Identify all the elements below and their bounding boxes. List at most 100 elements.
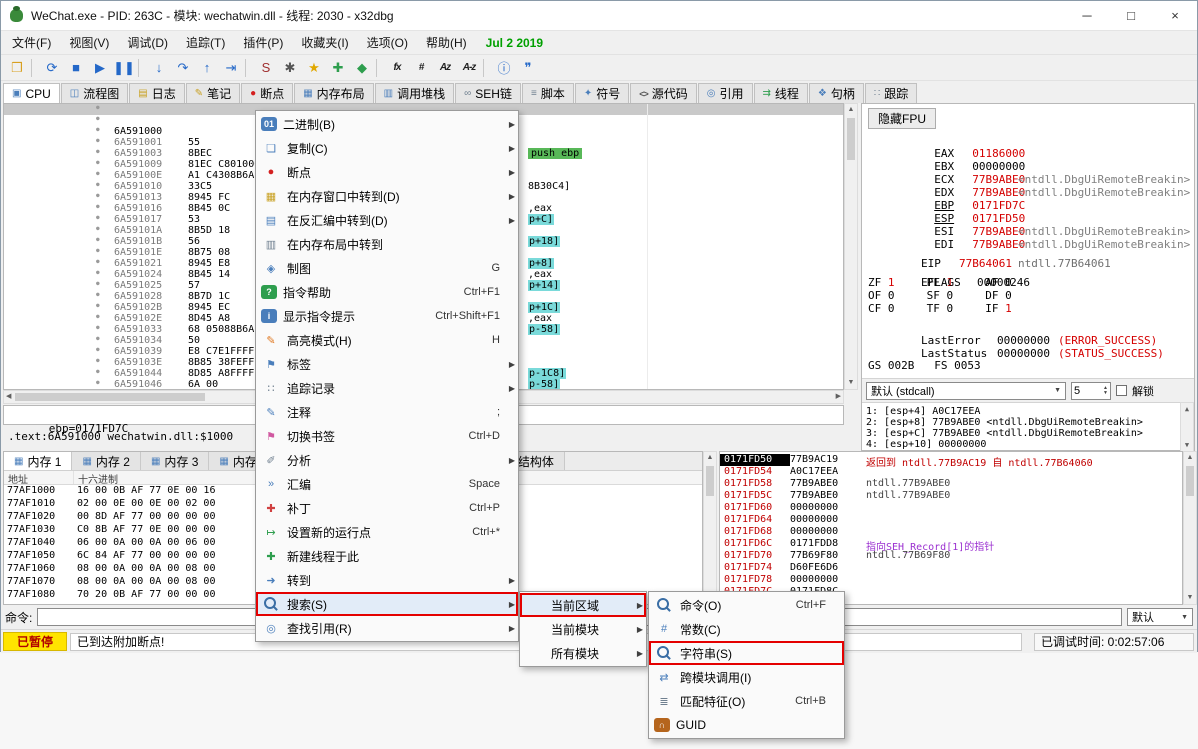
breakpoint-dot-icon[interactable]: ● <box>96 192 100 199</box>
toolbar-separator[interactable] <box>483 59 490 77</box>
menu-item-highlight-mode[interactable]: ✎ 高亮模式(H) H ▶ <box>256 328 518 352</box>
breakpoint-dot-icon[interactable]: ● <box>96 269 100 276</box>
tab-handles[interactable]: ❖ 句柄 <box>809 83 864 103</box>
breakpoint-dot-icon[interactable]: ● <box>96 258 100 265</box>
run-icon[interactable]: ▶ <box>88 57 112 79</box>
argument-row[interactable]: 2: [esp+8] 77B9ABE0 <ntdll.DbgUiRemoteBr… <box>866 417 1176 428</box>
tab-dump-2[interactable]: ▦ 内存 2 <box>72 452 140 470</box>
menu-item-instruction-help[interactable]: ? 指令帮助 Ctrl+F1 ▶ <box>256 280 518 304</box>
breakpoint-dot-icon[interactable]: ● <box>96 137 100 144</box>
scroll-thumb[interactable] <box>1186 466 1194 496</box>
submenu-item-command[interactable]: 命令(O) Ctrl+F <box>649 593 844 617</box>
close-button[interactable]: × <box>1153 1 1197 31</box>
register-row-eip[interactable]: EIP77B64061ntdll.77B64061 <box>868 244 1194 257</box>
scroll-thumb[interactable] <box>706 466 714 496</box>
pause-icon[interactable]: ❚❚ <box>112 57 136 79</box>
menubar-trace[interactable]: 追踪(T) <box>177 31 234 54</box>
cpu-flag[interactable]: TF 0 <box>927 302 979 315</box>
registers-panel[interactable]: 隐藏FPU EAX01186000 EBX00000000 ECX77B9ABE… <box>861 103 1195 451</box>
stack-panel[interactable]: 0171FD50 77B9AC19 返回到 ntdll.77B9AC19 自 n… <box>719 451 1183 605</box>
stack-row[interactable]: 0171FD54 A0C17EEA <box>720 466 1182 478</box>
toolbar-separator[interactable] <box>245 59 252 77</box>
fx-icon[interactable]: fx <box>385 57 409 79</box>
breakpoint-dot-icon[interactable]: ● <box>96 148 100 155</box>
spinner-down-icon[interactable]: ▼ <box>1103 391 1108 396</box>
scroll-track[interactable] <box>1181 415 1193 439</box>
scroll-left-icon[interactable]: ◀ <box>4 391 13 403</box>
breakpoint-dot-icon[interactable]: ● <box>96 236 100 243</box>
scroll-track[interactable] <box>704 464 716 592</box>
menu-item-follow-in-dump[interactable]: ▦ 在内存窗口中转到(D) ▶ <box>256 184 518 208</box>
breakpoint-dot-icon[interactable]: ● <box>96 225 100 232</box>
scroll-up-icon[interactable]: ▲ <box>1183 403 1191 415</box>
breakpoint-dot-icon[interactable]: ● <box>96 346 100 353</box>
argument-row[interactable]: 3: [esp+C] 77B9ABE0 <ntdll.DbgUiRemoteBr… <box>866 428 1176 439</box>
favourites-star-icon[interactable]: ★ <box>302 57 326 79</box>
argument-count-stepper[interactable]: 5 ▲▼ <box>1071 382 1111 400</box>
menubar-plugins[interactable]: 插件(P) <box>234 31 292 54</box>
breakpoint-dot-icon[interactable]: ● <box>96 368 100 375</box>
shield-icon[interactable]: ◆ <box>350 57 374 79</box>
menu-item-binary[interactable]: 01 二进制(B) ▶ <box>256 112 518 136</box>
arguments-scrollbar[interactable]: ▲ ▼ <box>1180 402 1194 452</box>
scroll-track[interactable] <box>845 116 857 377</box>
scroll-down-icon[interactable]: ▼ <box>846 377 857 389</box>
register-row[interactable]: EDI77B9ABE0<ntdll.DbgUiRemoteBreakin> <box>868 225 1194 238</box>
register-row[interactable]: ECX77B9ABE0<ntdll.DbgUiRemoteBreakin> <box>868 160 1194 173</box>
scroll-track[interactable] <box>1184 464 1196 592</box>
unlock-checkbox[interactable] <box>1116 385 1127 396</box>
cpu-flag[interactable]: IF 1 <box>985 302 1037 315</box>
case-sort-icon[interactable]: A-z <box>457 57 481 79</box>
tab-seh[interactable]: ∞ SEH链 <box>455 83 521 103</box>
menu-item-search[interactable]: 搜索(S) ▶ <box>256 592 518 616</box>
menu-item-analysis[interactable]: ✐ 分析 ▶ <box>256 448 518 472</box>
cpu-flag[interactable]: SF 0 <box>927 289 979 302</box>
submenu-item-guid[interactable]: ∩ GUID <box>649 713 844 737</box>
scroll-right-icon[interactable]: ▶ <box>834 391 843 403</box>
eflags-row[interactable]: EFLAGS00000246 <box>868 263 1194 276</box>
tab-threads[interactable]: ⇉ 线程 <box>754 83 808 103</box>
step-out-icon[interactable]: ↑ <box>195 57 219 79</box>
breakpoint-dot-icon[interactable]: ● <box>96 280 100 287</box>
menubar-favourites[interactable]: 收藏夹(I) <box>292 31 357 54</box>
breakpoint-dot-icon[interactable]: ● <box>96 214 100 221</box>
tab-source[interactable]: <> 源代码 <box>630 83 697 103</box>
stack-row[interactable]: 0171FD68 00000000 <box>720 526 1182 538</box>
breakpoint-dot-icon[interactable]: ● <box>96 357 100 364</box>
breakpoint-dot-icon[interactable]: ● <box>96 104 100 111</box>
scroll-down-icon[interactable]: ▼ <box>1183 439 1191 451</box>
submenu-item-current-module[interactable]: 当前模块 ▶ <box>520 617 646 641</box>
submenu-item-intermodular-calls[interactable]: ⇄ 跨模块调用(I) <box>649 665 844 689</box>
menu-item-copy[interactable]: ❏ 复制(C) ▶ <box>256 136 518 160</box>
menu-item-set-new-origin[interactable]: ↦ 设置新的运行点 Ctrl+* ▶ <box>256 520 518 544</box>
stack-row[interactable]: 0171FD64 00000000 <box>720 514 1182 526</box>
stop-icon[interactable]: ■ <box>64 57 88 79</box>
menu-item-patch[interactable]: ✚ 补丁 Ctrl+P ▶ <box>256 496 518 520</box>
submenu-item-string-references[interactable]: 字符串(S) <box>649 641 844 665</box>
tab-graph[interactable]: ◫ 流程图 <box>61 83 128 103</box>
stack-row[interactable]: 0171FD60 00000000 <box>720 502 1182 514</box>
cpu-flag[interactable]: CF 0 <box>868 302 920 315</box>
menubar-options[interactable]: 选项(O) <box>358 31 417 54</box>
breakpoint-dot-icon[interactable]: ● <box>96 379 100 386</box>
scroll-thumb[interactable] <box>15 393 205 401</box>
scroll-up-icon[interactable]: ▲ <box>705 452 716 464</box>
register-row[interactable]: EBX00000000 <box>868 147 1194 160</box>
tab-symbols[interactable]: ✦ 符号 <box>575 83 629 103</box>
info-icon[interactable]: ⓘ <box>492 57 516 79</box>
stack-row[interactable]: 0171FD6C 0171FDD8 指向SEH_Record[1]的指针 <box>720 538 1182 550</box>
stack-row[interactable]: 0171FD5C 77B9ABE0 ntdll.77B9ABE0 <box>720 490 1182 502</box>
stack-row[interactable]: 0171FD74 D60FE6D6 <box>720 562 1182 574</box>
scroll-thumb[interactable] <box>847 118 855 160</box>
scylla-icon[interactable]: S <box>254 57 278 79</box>
menu-item-follow-in-memory-map[interactable]: ▥ 在内存布局中转到 ▶ <box>256 232 518 256</box>
submenu-item-constant[interactable]: # 常数(C) <box>649 617 844 641</box>
register-row[interactable]: EAX01186000 <box>868 134 1194 147</box>
tab-references[interactable]: ◎ 引用 <box>698 83 753 103</box>
disasm-vertical-scrollbar[interactable]: ▲ ▼ <box>844 103 858 390</box>
breakpoint-dot-icon[interactable]: ● <box>96 181 100 188</box>
strings-az-icon[interactable]: Az <box>433 57 457 79</box>
menubar-debug[interactable]: 调试(D) <box>118 31 177 54</box>
tab-dump-3[interactable]: ▦ 内存 3 <box>141 452 209 470</box>
step-into-icon[interactable]: ↓ <box>147 57 171 79</box>
